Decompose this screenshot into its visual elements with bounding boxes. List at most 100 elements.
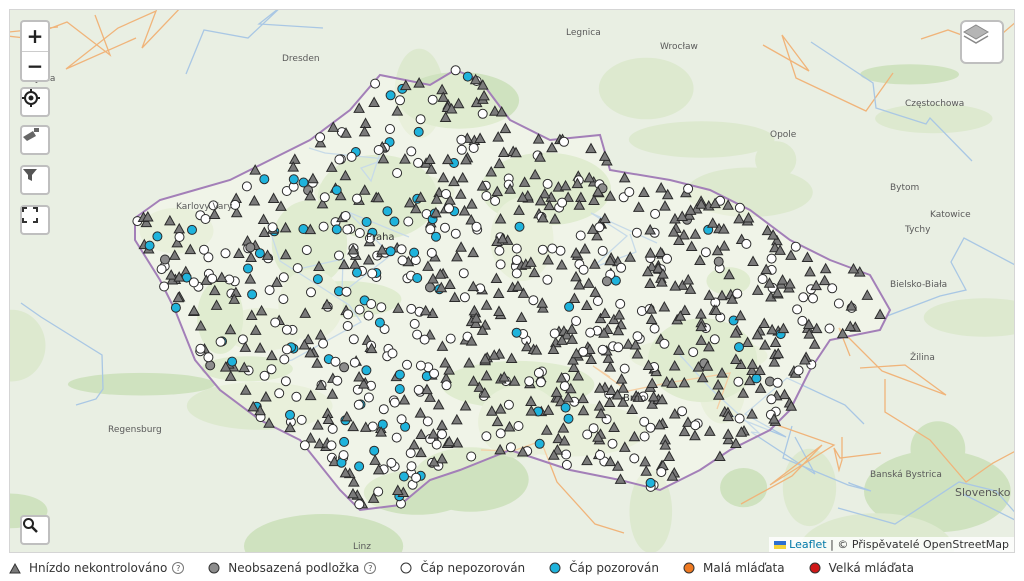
stork-not-observed-marker[interactable]: [422, 416, 433, 427]
stork-not-observed-marker[interactable]: [431, 439, 442, 450]
unoccupied-nest-marker[interactable]: [245, 242, 256, 253]
stork-not-observed-marker[interactable]: [559, 381, 570, 392]
stork-not-observed-marker[interactable]: [700, 247, 711, 258]
stork-observed-marker[interactable]: [389, 216, 400, 227]
stork-not-observed-marker[interactable]: [348, 334, 359, 345]
stork-not-observed-marker[interactable]: [318, 338, 329, 349]
stork-not-observed-marker[interactable]: [631, 227, 642, 238]
stork-observed-marker[interactable]: [288, 174, 299, 185]
stork-not-observed-marker[interactable]: [585, 327, 596, 338]
unoccupied-nest-marker[interactable]: [425, 282, 435, 293]
stork-not-observed-marker[interactable]: [624, 187, 635, 197]
stork-not-observed-marker[interactable]: [607, 438, 618, 449]
stork-observed-marker[interactable]: [399, 471, 409, 482]
stork-not-observed-marker[interactable]: [662, 253, 672, 264]
stork-not-observed-marker[interactable]: [833, 298, 844, 309]
stork-not-observed-marker[interactable]: [505, 442, 516, 453]
stork-observed-marker[interactable]: [243, 263, 253, 274]
stork-not-observed-marker[interactable]: [327, 423, 338, 434]
stork-observed-marker[interactable]: [412, 273, 423, 283]
stork-not-observed-marker[interactable]: [299, 440, 310, 451]
stork-not-observed-marker[interactable]: [174, 232, 185, 242]
map-canvas[interactable]: [10, 10, 1015, 553]
stork-not-observed-marker[interactable]: [632, 331, 643, 342]
stork-observed-marker[interactable]: [354, 461, 365, 472]
stork-not-observed-marker[interactable]: [824, 323, 835, 334]
stork-not-observed-marker[interactable]: [330, 356, 341, 367]
stork-not-observed-marker[interactable]: [259, 370, 270, 381]
stork-not-observed-marker[interactable]: [370, 78, 381, 89]
stork-not-observed-marker[interactable]: [352, 193, 362, 204]
stork-observed-marker[interactable]: [734, 342, 744, 353]
stork-observed-marker[interactable]: [361, 217, 372, 227]
stork-not-observed-marker[interactable]: [354, 228, 365, 238]
stork-not-observed-marker[interactable]: [429, 368, 440, 379]
stork-not-observed-marker[interactable]: [466, 451, 477, 462]
stork-not-observed-marker[interactable]: [353, 399, 364, 410]
stork-observed-marker[interactable]: [361, 365, 372, 376]
stork-not-observed-marker[interactable]: [281, 344, 292, 355]
stork-not-observed-marker[interactable]: [281, 324, 292, 335]
stork-observed-marker[interactable]: [187, 224, 197, 235]
stork-observed-marker[interactable]: [394, 384, 405, 394]
stork-not-observed-marker[interactable]: [266, 364, 277, 375]
stork-not-observed-marker[interactable]: [450, 65, 461, 76]
stork-not-observed-marker[interactable]: [264, 285, 275, 296]
stork-not-observed-marker[interactable]: [315, 132, 326, 143]
stork-not-observed-marker[interactable]: [406, 303, 417, 314]
stork-not-observed-marker[interactable]: [597, 245, 608, 256]
stork-not-observed-marker[interactable]: [340, 211, 351, 221]
stork-not-observed-marker[interactable]: [334, 154, 345, 165]
stork-not-observed-marker[interactable]: [615, 298, 626, 309]
osm-attribution[interactable]: © Přispěvatelé OpenStreetMap: [837, 538, 1009, 551]
stork-observed-marker[interactable]: [413, 126, 424, 137]
stork-not-observed-marker[interactable]: [734, 202, 745, 213]
stork-observed-marker[interactable]: [534, 438, 545, 449]
stork-observed-marker[interactable]: [254, 248, 265, 259]
stork-not-observed-marker[interactable]: [332, 375, 343, 386]
unoccupied-nest-marker[interactable]: [205, 360, 216, 371]
stork-not-observed-marker[interactable]: [690, 420, 701, 431]
stork-not-observed-marker[interactable]: [367, 268, 378, 279]
stork-not-observed-marker[interactable]: [363, 392, 374, 403]
stork-observed-marker[interactable]: [369, 445, 380, 456]
stork-not-observed-marker[interactable]: [237, 334, 248, 345]
camera-button[interactable]: [20, 125, 50, 155]
stork-not-observed-marker[interactable]: [415, 360, 426, 371]
stork-not-observed-marker[interactable]: [376, 302, 387, 313]
stork-not-observed-marker[interactable]: [391, 432, 402, 443]
stork-not-observed-marker[interactable]: [366, 299, 377, 309]
stork-not-observed-marker[interactable]: [481, 191, 492, 201]
stork-not-observed-marker[interactable]: [683, 183, 694, 194]
stork-not-observed-marker[interactable]: [338, 450, 349, 461]
stork-observed-marker[interactable]: [382, 206, 393, 217]
stork-not-observed-marker[interactable]: [326, 440, 337, 451]
stork-observed-marker[interactable]: [645, 477, 656, 488]
stork-not-observed-marker[interactable]: [513, 421, 524, 431]
stork-not-observed-marker[interactable]: [413, 157, 424, 168]
stork-not-observed-marker[interactable]: [511, 268, 522, 279]
stork-observed-marker[interactable]: [298, 177, 309, 188]
stork-not-observed-marker[interactable]: [649, 323, 660, 334]
stork-not-observed-marker[interactable]: [385, 124, 395, 134]
stork-not-observed-marker[interactable]: [533, 367, 544, 378]
stork-observed-marker[interactable]: [563, 413, 574, 424]
stork-not-observed-marker[interactable]: [403, 216, 414, 227]
stork-not-observed-marker[interactable]: [200, 214, 211, 224]
stork-not-observed-marker[interactable]: [468, 143, 479, 153]
stork-not-observed-marker[interactable]: [402, 359, 412, 370]
stork-not-observed-marker[interactable]: [291, 391, 302, 402]
stork-not-observed-marker[interactable]: [528, 295, 539, 306]
stork-not-observed-marker[interactable]: [793, 365, 804, 376]
stork-not-observed-marker[interactable]: [444, 203, 454, 214]
stork-observed-marker[interactable]: [462, 71, 473, 82]
stork-not-observed-marker[interactable]: [458, 268, 469, 279]
stork-not-observed-marker[interactable]: [392, 168, 403, 178]
stork-not-observed-marker[interactable]: [278, 272, 289, 283]
stork-not-observed-marker[interactable]: [341, 286, 352, 297]
leaflet-link[interactable]: Leaflet: [789, 538, 826, 551]
stork-not-observed-marker[interactable]: [757, 274, 768, 284]
stork-not-observed-marker[interactable]: [456, 144, 467, 155]
stork-not-observed-marker[interactable]: [220, 248, 231, 259]
stork-observed-marker[interactable]: [385, 90, 396, 101]
